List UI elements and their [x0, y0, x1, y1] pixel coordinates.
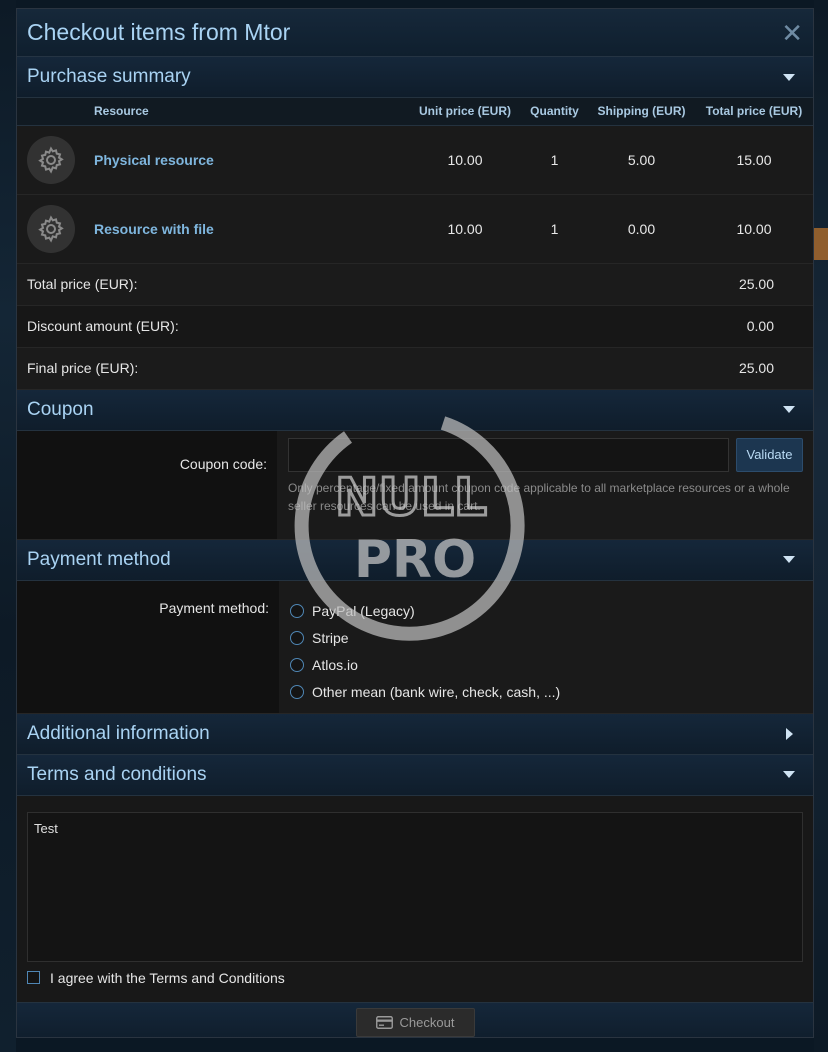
- shipping-cell: 0.00: [588, 194, 695, 264]
- chevron-down-icon: [783, 73, 795, 81]
- gear-icon[interactable]: [27, 204, 75, 253]
- unit-price-cell: 10.00: [409, 194, 521, 264]
- purchase-summary-table: Resource Unit price (EUR) Quantity Shipp…: [17, 98, 813, 264]
- radio-button[interactable]: [290, 604, 304, 618]
- discount-label: Discount amount (EUR):: [27, 318, 179, 334]
- resource-cell: Physical resource: [17, 135, 409, 184]
- radio-button[interactable]: [290, 685, 304, 699]
- option-label: Other mean (bank wire, check, cash, ...): [312, 684, 561, 700]
- shipping-cell: 5.00: [588, 125, 695, 195]
- payment-option-stripe[interactable]: Stripe: [290, 625, 803, 652]
- option-label: Atlos.io: [312, 657, 358, 673]
- table-row: Physical resource 10.00 1 5.00 15.00: [17, 125, 813, 195]
- discount-row: Discount amount (EUR): 0.00: [17, 305, 813, 348]
- section-title: Additional information: [27, 722, 210, 744]
- background-left: [0, 0, 16, 1052]
- background-right: [814, 0, 828, 1052]
- section-coupon-header[interactable]: Coupon: [17, 389, 813, 431]
- chevron-down-icon: [783, 771, 795, 778]
- checkout-dialog: Checkout items from Mtor ✕ Purchase summ…: [16, 8, 814, 1038]
- chevron-down-icon: [783, 556, 795, 563]
- section-payment-header[interactable]: Payment method: [17, 539, 813, 581]
- column-header-unit-price: Unit price (EUR): [409, 98, 521, 126]
- section-terms-header[interactable]: Terms and conditions: [17, 754, 813, 796]
- table-row: Resource with file 10.00 1 0.00 10.00: [17, 194, 813, 264]
- coupon-hint: Only percentage/fixed amount coupon code…: [288, 480, 790, 513]
- agree-label: I agree with the Terms and Conditions: [50, 969, 285, 986]
- final-value: 25.00: [738, 360, 774, 376]
- agree-checkbox[interactable]: [27, 971, 40, 984]
- section-title: Coupon: [27, 398, 94, 420]
- chevron-down-icon: [783, 406, 795, 413]
- validate-button[interactable]: Validate: [736, 437, 803, 472]
- close-button[interactable]: ✕: [781, 20, 803, 46]
- terms-area: Test I agree with the Terms and Conditio…: [17, 795, 813, 1002]
- option-label: PayPal (Legacy): [312, 603, 415, 619]
- column-header-resource: Resource: [17, 98, 409, 126]
- coupon-label: Coupon code:: [17, 430, 277, 539]
- column-header-quantity: Quantity: [521, 98, 588, 126]
- dialog-footer: Checkout: [17, 1001, 813, 1037]
- dialog-header: Checkout items from Mtor ✕: [17, 9, 813, 57]
- unit-price-cell: 10.00: [409, 125, 521, 195]
- payment-option-atlos[interactable]: Atlos.io: [290, 652, 803, 679]
- coupon-input-line: Validate: [288, 437, 803, 472]
- column-header-total: Total price (EUR): [695, 98, 813, 126]
- payment-option-paypal[interactable]: PayPal (Legacy): [290, 598, 803, 625]
- coupon-code-input[interactable]: [288, 437, 729, 472]
- resource-cell: Resource with file: [17, 204, 409, 253]
- terms-text-box[interactable]: Test: [27, 811, 803, 962]
- checkout-button[interactable]: Checkout: [355, 1008, 475, 1037]
- gear-icon[interactable]: [27, 135, 75, 184]
- credit-card-icon: [375, 1016, 393, 1029]
- checkout-label: Checkout: [399, 1015, 455, 1030]
- discount-value: 0.00: [746, 318, 774, 334]
- payment-option-other[interactable]: Other mean (bank wire, check, cash, ...): [290, 679, 803, 706]
- section-title: Purchase summary: [27, 66, 191, 87]
- radio-button[interactable]: [290, 658, 304, 672]
- resource-link[interactable]: Physical resource: [94, 152, 214, 168]
- final-price-row: Final price (EUR): 25.00: [17, 347, 813, 390]
- coupon-row: Coupon code: Validate Only percentage/fi…: [17, 430, 813, 540]
- resource-link[interactable]: Resource with file: [94, 221, 214, 237]
- total-value: 25.00: [738, 276, 774, 292]
- coupon-content: Validate Only percentage/fixed amount co…: [277, 430, 813, 539]
- column-header-shipping: Shipping (EUR): [588, 98, 695, 126]
- radio-button[interactable]: [290, 631, 304, 645]
- section-title: Payment method: [27, 548, 171, 570]
- totals-list: Total price (EUR): 25.00 Discount amount…: [17, 263, 813, 390]
- background-accent: [814, 228, 828, 260]
- quantity-cell: 1: [521, 194, 588, 264]
- total-cell: 15.00: [695, 125, 813, 195]
- total-cell: 10.00: [695, 194, 813, 264]
- dialog-title: Checkout items from Mtor: [27, 19, 291, 45]
- section-purchase-summary-header[interactable]: Purchase summary: [17, 57, 813, 98]
- table-header-row: Resource Unit price (EUR) Quantity Shipp…: [17, 98, 813, 126]
- chevron-right-icon: [786, 727, 793, 740]
- final-label: Final price (EUR):: [27, 360, 139, 376]
- agree-terms-line[interactable]: I agree with the Terms and Conditions: [27, 970, 803, 986]
- total-label: Total price (EUR):: [27, 276, 138, 292]
- section-additional-info-header[interactable]: Additional information: [17, 713, 813, 755]
- quantity-cell: 1: [521, 125, 588, 195]
- section-title: Terms and conditions: [27, 763, 207, 785]
- option-label: Stripe: [312, 630, 349, 646]
- payment-options: PayPal (Legacy) Stripe Atlos.io Other me…: [279, 580, 813, 713]
- payment-label: Payment method:: [17, 580, 279, 713]
- total-price-row: Total price (EUR): 25.00: [17, 263, 813, 306]
- payment-row: Payment method: PayPal (Legacy) Stripe A…: [17, 580, 813, 714]
